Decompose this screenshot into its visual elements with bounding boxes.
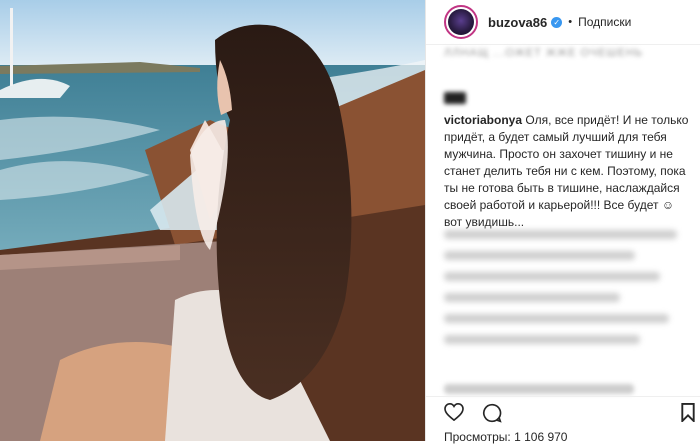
post-photo[interactable] [0,0,425,441]
views-count: Просмотры: 1 106 970 [444,430,568,444]
comment-username[interactable]: victoriabonya [444,113,522,127]
verified-badge-icon: ✓ [551,16,563,28]
post-header: buzova86 ✓ • Подписки [426,0,700,45]
comment-item: victoriabonya Оля, все придёт! И не толь… [444,112,689,231]
avatar[interactable] [444,5,478,39]
blurred-comment-avatar [444,92,466,104]
comment-text: Оля, все придёт! И не только придёт, а б… [444,113,689,229]
post-details-panel: buzova86 ✓ • Подписки ЛЛНАЩ ...ОЖЕТ ЖЖЕ … [425,0,700,444]
blurred-comment: ЛЛНАЩ ...ОЖЕТ ЖЖЕ ОЧЕШЕНЬ [444,47,644,59]
post-actions-bar [426,396,700,427]
blurred-comments [444,230,689,356]
blurred-comment-bottom [444,384,634,394]
heart-icon[interactable] [444,403,464,421]
follow-status-button[interactable]: Подписки [578,15,631,29]
post-photo-illustration [0,0,425,441]
comment-icon[interactable] [482,403,502,423]
bookmark-icon[interactable] [680,403,696,422]
separator-dot: • [568,16,573,28]
author-username[interactable]: buzova86 [488,15,547,30]
